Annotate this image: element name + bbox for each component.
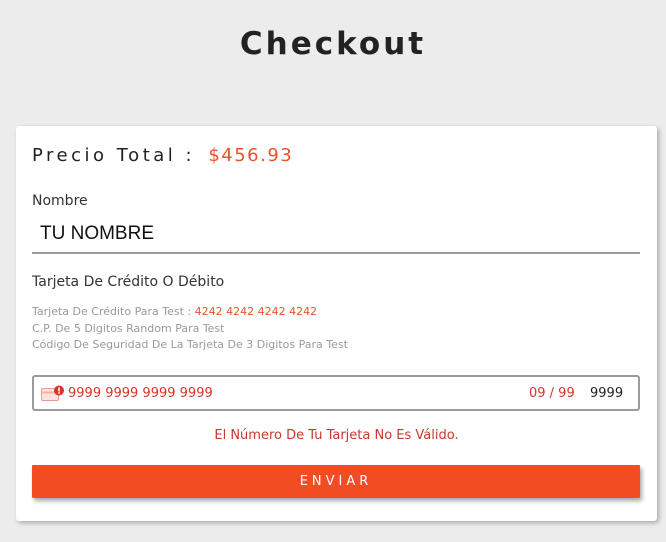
test-card-hint-label: Tarjeta De Crédito Para Test : [32,305,192,318]
zip-hint: C.P. De 5 Digitos Random Para Test [32,321,225,335]
total-price-row: Precio Total : $456.93 [32,145,293,166]
name-label: Nombre [32,193,88,209]
submit-button[interactable]: ENVIAR [32,465,640,498]
test-card-number: 4242 4242 4242 4242 [194,305,318,318]
card-input-field[interactable] [32,375,640,411]
page-title: Checkout [239,26,427,62]
checkout-page: Checkout Precio Total : $456.93 Nombre T… [0,0,666,542]
checkout-card: Precio Total : $456.93 Nombre Tarjeta De… [16,126,657,521]
cvc-hint: Código De Seguridad De La Tarjeta De 3 D… [32,338,348,351]
card-error-message: El Número De Tu Tarjeta No Es Válido. [214,428,459,443]
test-card-hint: Tarjeta De Crédito Para Test : 4242 4242… [32,304,348,321]
card-help-text: Tarjeta De Crédito Para Test : 4242 4242… [32,304,348,354]
card-cvc-input[interactable] [590,383,630,403]
card-number-input[interactable] [68,383,368,403]
card-label: Tarjeta De Crédito O Débito [32,274,225,290]
card-expiry-input[interactable] [529,383,579,403]
total-price-amount: $456.93 [208,145,294,166]
total-price-label: Precio Total : [32,145,196,166]
name-input[interactable] [32,216,640,254]
card-error-icon [41,385,65,402]
